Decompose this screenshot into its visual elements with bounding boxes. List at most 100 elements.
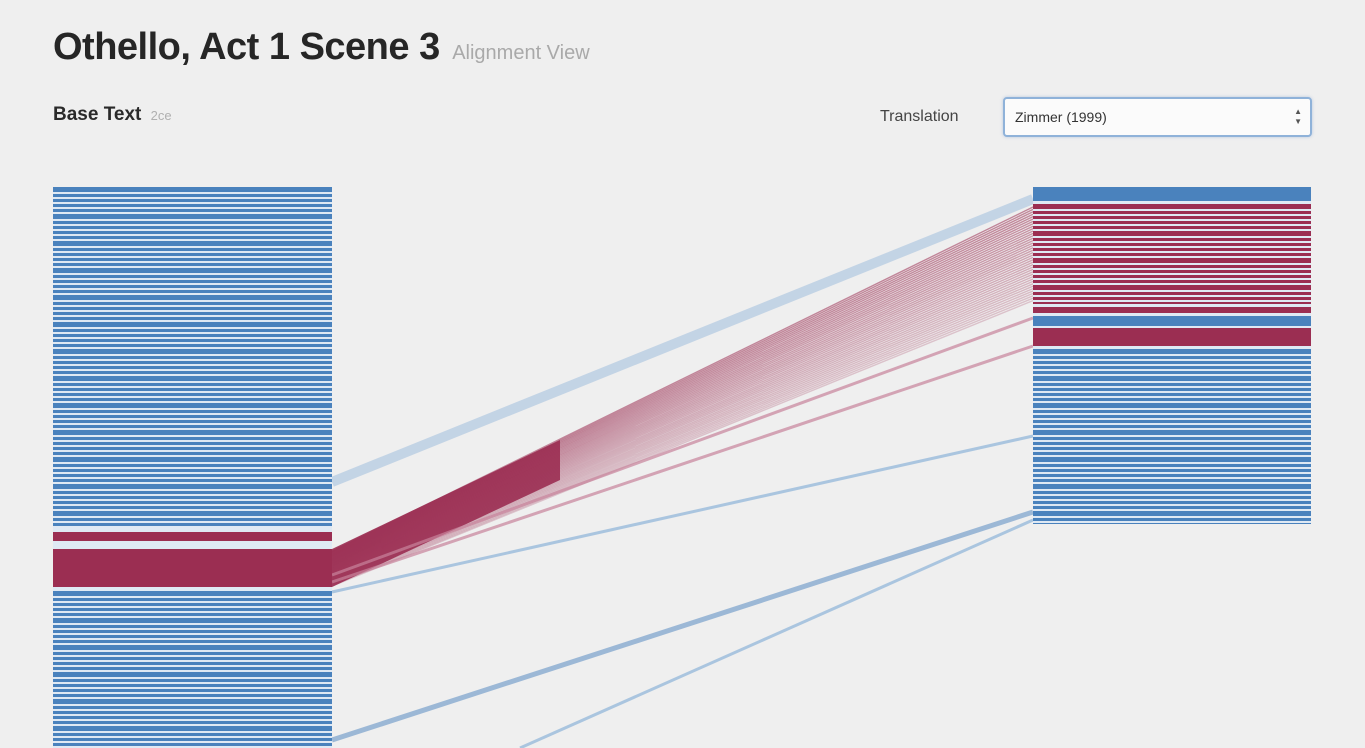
base-line-stripe	[53, 518, 332, 521]
translation-line-stripe	[1033, 388, 1311, 391]
alignment-link-blue	[519, 518, 1034, 748]
translation-highlight-stripe	[1033, 216, 1311, 219]
base-line-stripe	[53, 403, 332, 408]
translation-line-stripe	[1033, 464, 1311, 467]
base-line-stripe	[53, 598, 332, 601]
translation-line-stripe	[1033, 393, 1311, 396]
translation-line-stripe	[1033, 187, 1311, 201]
base-line-stripe	[53, 640, 332, 643]
translation-highlight-stripe	[1033, 221, 1311, 224]
translation-line-stripe	[1033, 430, 1311, 435]
translation-highlight-stripe	[1033, 270, 1311, 273]
translation-column	[1033, 187, 1311, 524]
base-line-stripe	[53, 630, 332, 633]
translation-line-stripe	[1033, 501, 1311, 504]
translation-highlight-stripe	[1033, 328, 1311, 346]
base-line-stripe	[53, 635, 332, 638]
base-line-stripe	[53, 479, 332, 482]
translation-highlight-stripe	[1033, 226, 1311, 229]
base-line-stripe	[53, 726, 332, 731]
base-line-stripe	[53, 322, 332, 327]
base-line-stripe	[53, 420, 332, 423]
translation-line-stripe	[1033, 383, 1311, 386]
translation-line-stripe	[1033, 484, 1311, 489]
base-line-stripe	[53, 302, 332, 305]
base-line-stripe	[53, 491, 332, 494]
base-line-stripe	[53, 506, 332, 509]
base-line-stripe	[53, 672, 332, 677]
base-line-stripe	[53, 253, 332, 256]
base-line-stripe	[53, 307, 332, 310]
base-line-stripe	[53, 743, 332, 746]
translation-line-stripe	[1033, 452, 1311, 455]
base-line-stripe	[53, 317, 332, 320]
translation-line-stripe	[1033, 511, 1311, 516]
translation-line-stripe	[1033, 442, 1311, 445]
base-line-stripe	[53, 511, 332, 516]
translation-highlight-stripe	[1033, 248, 1311, 251]
translation-highlight-stripe	[1033, 280, 1311, 283]
base-line-stripe	[53, 464, 332, 467]
translation-line-stripe	[1033, 425, 1311, 428]
translation-highlight-stripe	[1033, 211, 1311, 214]
base-line-stripe	[53, 652, 332, 655]
base-line-stripe	[53, 329, 332, 332]
translation-line-stripe	[1033, 474, 1311, 477]
base-line-stripe	[53, 290, 332, 293]
base-line-stripe	[53, 231, 332, 234]
base-line-stripe	[53, 474, 332, 477]
base-line-stripe	[53, 393, 332, 396]
translation-line-stripe	[1033, 316, 1311, 326]
base-line-stripe	[53, 388, 332, 391]
base-line-stripe	[53, 447, 332, 450]
base-line-stripe	[53, 221, 332, 224]
translation-line-stripe	[1033, 447, 1311, 450]
alignment-fan-core	[332, 440, 560, 587]
base-line-stripe	[53, 645, 332, 650]
base-line-stripe	[53, 523, 332, 526]
base-line-stripe	[53, 199, 332, 202]
base-line-stripe	[53, 501, 332, 504]
translation-line-stripe	[1033, 376, 1311, 381]
base-line-stripe	[53, 430, 332, 435]
base-line-stripe	[53, 452, 332, 455]
translation-highlight-stripe	[1033, 297, 1311, 300]
translation-line-stripe	[1033, 420, 1311, 423]
base-line-stripe	[53, 684, 332, 687]
base-line-stripe	[53, 383, 332, 386]
alignment-link-red	[331, 316, 1034, 577]
alignment-visualization	[53, 187, 1311, 748]
base-line-stripe	[53, 366, 332, 369]
base-line-stripe	[53, 194, 332, 197]
base-line-stripe	[53, 295, 332, 300]
base-line-stripe	[53, 268, 332, 273]
base-line-stripe	[53, 209, 332, 212]
translation-highlight-stripe	[1033, 238, 1311, 241]
base-line-stripe	[53, 263, 332, 266]
base-line-stripe	[53, 613, 332, 616]
translation-highlight-stripe	[1033, 292, 1311, 295]
base-text-column	[53, 187, 332, 748]
translation-line-stripe	[1033, 415, 1311, 418]
base-line-stripe	[53, 214, 332, 219]
translation-highlight-stripe	[1033, 302, 1311, 304]
translation-line-stripe	[1033, 356, 1311, 359]
translation-line-stripe	[1033, 437, 1311, 440]
base-line-stripe	[53, 236, 332, 239]
base-line-stripe	[53, 484, 332, 489]
base-line-stripe	[53, 618, 332, 623]
base-line-stripe	[53, 226, 332, 229]
translation-highlight-stripe	[1033, 265, 1311, 268]
translation-highlight-stripe	[1033, 275, 1311, 278]
translation-line-stripe	[1033, 457, 1311, 462]
translation-line-stripe	[1033, 366, 1311, 369]
base-line-stripe	[53, 339, 332, 342]
base-line-stripe	[53, 706, 332, 709]
translation-line-stripe	[1033, 523, 1311, 524]
base-line-stripe	[53, 280, 332, 283]
base-line-stripe	[53, 625, 332, 628]
base-line-stripe	[53, 275, 332, 278]
translation-line-stripe	[1033, 496, 1311, 499]
base-line-stripe	[53, 344, 332, 347]
base-line-stripe	[53, 591, 332, 596]
